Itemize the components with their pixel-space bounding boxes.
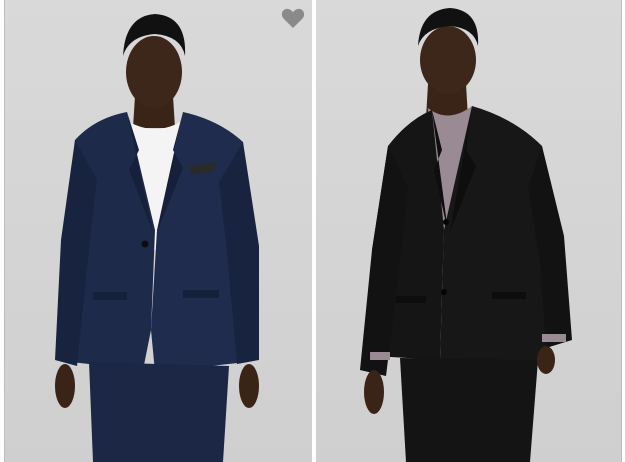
product-card-1[interactable]: Model in navy blazer with white t-shirt <box>5 0 312 462</box>
favorite-button[interactable] <box>280 6 306 30</box>
heart-icon <box>281 8 305 28</box>
product-card-2[interactable]: Model in black blazer with checked shirt <box>316 0 621 462</box>
product-image-black-blazer[interactable]: Model in black blazer with checked shirt <box>316 0 621 462</box>
right-edge-line <box>621 0 622 462</box>
product-image-navy-blazer[interactable]: Model in navy blazer with white t-shirt <box>5 0 312 462</box>
